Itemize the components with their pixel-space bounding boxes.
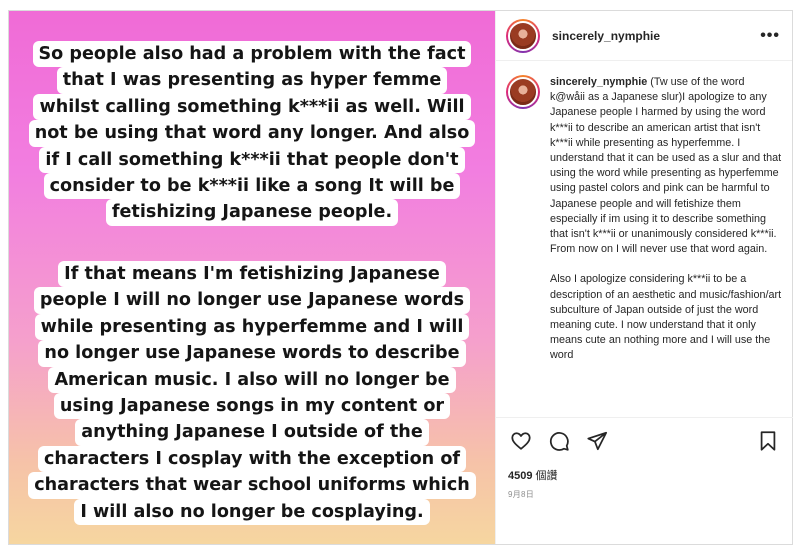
caption-section[interactable]: sincerely_nymphie (Tw use of the word k@… [496, 61, 792, 416]
story-line: using Japanese songs in my content or [53, 393, 451, 420]
caption-username-link[interactable]: sincerely_nymphie [550, 76, 647, 88]
post-date[interactable]: 9月8日 [508, 489, 534, 500]
bookmark-icon[interactable] [755, 428, 781, 454]
paper-plane-icon[interactable] [584, 428, 610, 454]
story-line: people I will no longer use Japanese wor… [33, 287, 471, 314]
story-line: I will also no longer be cosplaying. [74, 498, 430, 526]
story-line: fetishizing Japanese people. [105, 199, 399, 226]
story-line: if I call something k***ii that people d… [39, 146, 465, 174]
story-line: that I was presenting as hyper femme [56, 67, 448, 94]
story-line: anything Japanese I outside of the [75, 419, 429, 446]
story-line: whilst calling something k***ii as well.… [33, 93, 471, 121]
story-line: American music. I also will no longer be [48, 366, 456, 394]
instagram-post-modal: So people also had a problem with the fa… [8, 10, 793, 545]
action-bar [496, 417, 793, 463]
story-paragraph-1: So people also had a problem with the fa… [9, 41, 495, 226]
likes-label: 個讚 [535, 470, 558, 482]
likes-count[interactable]: 4509 個讚 [508, 467, 558, 483]
avatar-image [508, 20, 538, 51]
caption-avatar[interactable] [506, 75, 540, 109]
caption-paragraph-2: Also I apologize considering k***ii to b… [550, 273, 782, 362]
story-line: characters I cosplay with the exception … [37, 445, 467, 473]
caption-paragraph-1: (Tw use of the word k@wåii as a Japanese… [550, 76, 782, 256]
story-line: characters that wear school uniforms whi… [28, 472, 476, 499]
more-options-icon[interactable]: ••• [760, 27, 780, 45]
avatar-image [508, 77, 538, 107]
header-username-link[interactable]: sincerely_nymphie [552, 29, 660, 43]
story-line: So people also had a problem with the fa… [32, 41, 472, 68]
story-line: no longer use Japanese words to describe [38, 340, 466, 367]
avatar[interactable] [506, 18, 540, 53]
story-paragraph-2: If that means I'm fetishizing Japanese p… [9, 261, 495, 526]
post-header: sincerely_nymphie ••• [496, 11, 792, 61]
story-line: If that means I'm fetishizing Japanese [58, 261, 446, 288]
likes-number: 4509 [508, 470, 533, 482]
caption-text: sincerely_nymphie (Tw use of the word k@… [550, 75, 782, 416]
comment-icon[interactable] [546, 428, 572, 454]
story-line: not be using that word any longer. And a… [28, 120, 476, 147]
story-line: while presenting as hyperfemme and I wil… [34, 313, 470, 341]
story-line: consider to be k***ii like a song It wil… [43, 173, 461, 200]
post-image: So people also had a problem with the fa… [9, 11, 495, 544]
heart-icon[interactable] [508, 428, 534, 454]
post-side-panel: sincerely_nymphie ••• sincerely_nymphie … [495, 11, 793, 544]
